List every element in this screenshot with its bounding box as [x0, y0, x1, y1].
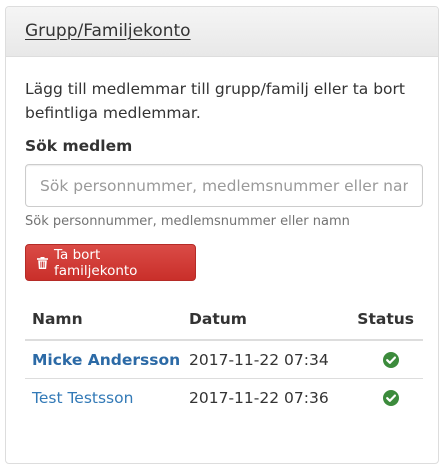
delete-family-account-button[interactable]: Ta bort familjekonto: [25, 244, 196, 281]
members-table: Namn Datum Status Micke Andersson 2017-1…: [25, 308, 423, 416]
family-account-panel: Grupp/Familjekonto Lägg till medlemmar t…: [5, 6, 439, 464]
intro-text: Lägg till medlemmar till grupp/familj el…: [25, 80, 405, 122]
member-name-link[interactable]: Test Testsson: [32, 389, 133, 407]
header-name: Namn: [25, 308, 182, 341]
check-circle-icon: [383, 352, 399, 368]
member-search-input[interactable]: [25, 164, 423, 207]
header-status: Status: [343, 308, 423, 341]
delete-button-label: Ta bort familjekonto: [54, 246, 138, 279]
table-row: Test Testsson 2017-11-22 07:36: [25, 379, 423, 417]
member-name-cell: Micke Andersson: [25, 340, 182, 379]
member-date-cell: 2017-11-22 07:34: [182, 340, 344, 379]
header-date: Datum: [182, 308, 344, 341]
panel-body: Lägg till medlemmar till grupp/familj el…: [6, 77, 438, 416]
check-circle-icon: [383, 390, 399, 406]
search-label: Sök medlem: [25, 137, 133, 155]
panel-title-link[interactable]: Grupp/Familjekonto: [25, 21, 191, 41]
trash-icon: [37, 256, 48, 269]
table-row: Micke Andersson 2017-11-22 07:34: [25, 340, 423, 379]
search-help-text: Sök personnummer, medlemsnummer eller na…: [25, 214, 350, 229]
member-name-link[interactable]: Micke Andersson: [32, 351, 180, 369]
member-name-cell: Test Testsson: [25, 379, 182, 417]
member-status-cell: [343, 340, 423, 379]
table-header-row: Namn Datum Status: [25, 308, 423, 341]
member-status-cell: [343, 379, 423, 417]
member-date-cell: 2017-11-22 07:36: [189, 388, 329, 407]
panel-heading: Grupp/Familjekonto: [6, 7, 438, 57]
